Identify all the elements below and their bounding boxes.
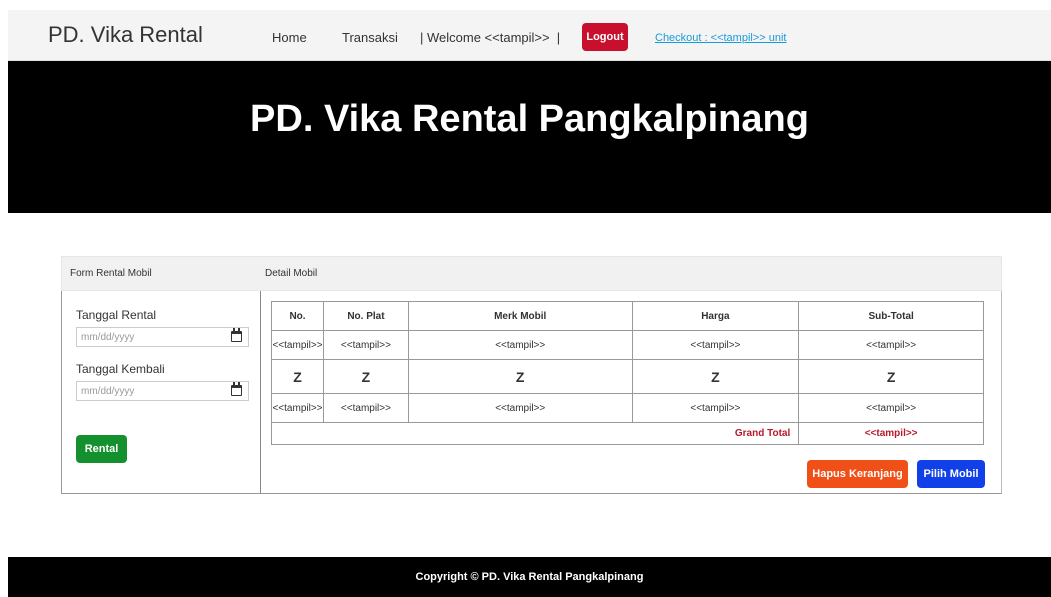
table-cell: <<tampil>> bbox=[631, 393, 800, 423]
pilih-mobil-button[interactable]: Pilih Mobil bbox=[917, 460, 985, 488]
top-navbar: PD. Vika Rental Home Transaksi | Welcome… bbox=[8, 10, 1051, 61]
table-cell: Z bbox=[798, 359, 984, 394]
welcome-text: | Welcome <<tampil>> | bbox=[420, 30, 561, 45]
panel-header: Form Rental Mobil Detail Mobil bbox=[61, 256, 1002, 291]
detail-panel-title: Detail Mobil bbox=[265, 268, 318, 279]
table-cell: <<tampil>> bbox=[407, 393, 633, 423]
header-harga: Harga bbox=[631, 301, 800, 331]
nav-home-link[interactable]: Home bbox=[272, 30, 307, 45]
tanggal-kembali-input[interactable]: mm/dd/yyyy bbox=[76, 381, 249, 401]
grand-total-label: Grand Total bbox=[270, 422, 800, 445]
hero-title: PD. Vika Rental Pangkalpinang bbox=[250, 98, 809, 140]
tanggal-kembali-placeholder: mm/dd/yyyy bbox=[81, 386, 135, 397]
calendar-icon[interactable] bbox=[231, 328, 242, 342]
rental-form: Tanggal Rental mm/dd/yyyy Tanggal Kembal… bbox=[61, 291, 261, 494]
tanggal-kembali-label: Tanggal Kembali bbox=[76, 362, 165, 376]
table-cell: <<tampil>> bbox=[407, 330, 633, 360]
table-cell: <<tampil>> bbox=[798, 393, 984, 423]
logout-button[interactable]: Logout bbox=[582, 23, 628, 51]
header-no-plat: No. Plat bbox=[322, 301, 409, 331]
table-cell: <<tampil>> bbox=[631, 330, 800, 360]
table-row: <<tampil>> <<tampil>> <<tampil>> <<tampi… bbox=[271, 393, 984, 423]
table-cell: Z bbox=[407, 359, 633, 394]
table-cell: <<tampil>> bbox=[798, 330, 984, 360]
form-panel-title: Form Rental Mobil bbox=[70, 268, 152, 279]
copyright-text: Copyright © PD. Vika Rental Pangkalpinan… bbox=[415, 571, 644, 583]
table-row: Z Z Z Z Z bbox=[271, 359, 984, 394]
app-frame: PD. Vika Rental Home Transaksi | Welcome… bbox=[8, 10, 1051, 597]
hapus-keranjang-button[interactable]: Hapus Keranjang bbox=[807, 460, 908, 488]
header-sub-total: Sub-Total bbox=[798, 301, 984, 331]
table-cell: Z bbox=[322, 359, 409, 394]
tanggal-rental-label: Tanggal Rental bbox=[76, 308, 157, 322]
checkout-link[interactable]: Checkout : <<tampil>> unit bbox=[655, 32, 786, 44]
footer: Copyright © PD. Vika Rental Pangkalpinan… bbox=[8, 557, 1051, 597]
nav-transaksi-link[interactable]: Transaksi bbox=[342, 30, 398, 45]
table-cell: <<tampil>> bbox=[322, 330, 409, 360]
brand-title[interactable]: PD. Vika Rental bbox=[48, 22, 203, 48]
table-row: <<tampil>> <<tampil>> <<tampil>> <<tampi… bbox=[271, 330, 984, 360]
grand-total-row: Grand Total <<tampil>> bbox=[270, 422, 984, 445]
table-cell: <<tampil>> bbox=[271, 330, 324, 360]
grand-total-value: <<tampil>> bbox=[798, 422, 984, 445]
table-header-row: No. No. Plat Merk Mobil Harga Sub-Total bbox=[271, 301, 984, 331]
table-cell: <<tampil>> bbox=[271, 393, 324, 423]
table-cell: Z bbox=[271, 359, 324, 394]
table-cell: <<tampil>> bbox=[322, 393, 409, 423]
detail-table: No. No. Plat Merk Mobil Harga Sub-Total … bbox=[270, 301, 984, 445]
table-cell: Z bbox=[631, 359, 800, 394]
tanggal-rental-input[interactable]: mm/dd/yyyy bbox=[76, 327, 249, 347]
hero-banner: PD. Vika Rental Pangkalpinang bbox=[8, 61, 1051, 213]
header-no: No. bbox=[271, 301, 324, 331]
calendar-icon[interactable] bbox=[231, 382, 242, 396]
tanggal-rental-placeholder: mm/dd/yyyy bbox=[81, 332, 135, 343]
detail-panel: No. No. Plat Merk Mobil Harga Sub-Total … bbox=[261, 291, 1002, 494]
header-merk-mobil: Merk Mobil bbox=[407, 301, 633, 331]
rental-button[interactable]: Rental bbox=[76, 435, 127, 463]
